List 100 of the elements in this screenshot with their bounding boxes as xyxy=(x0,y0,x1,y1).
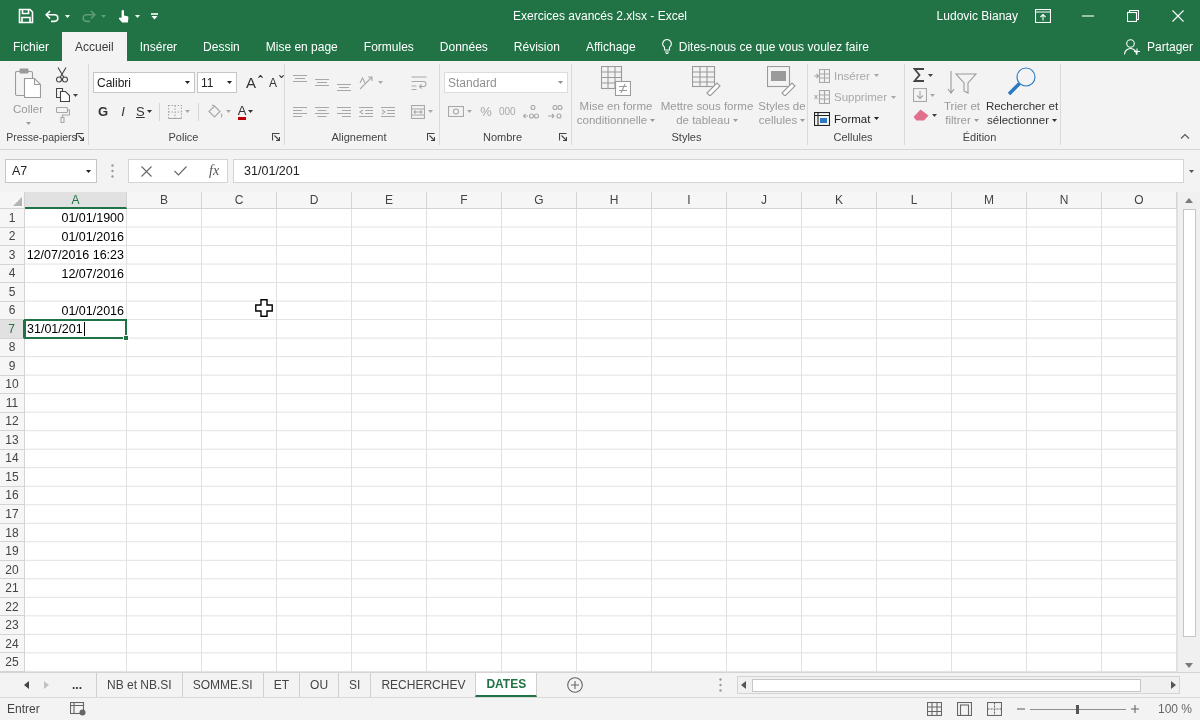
name-box[interactable]: A7 xyxy=(5,159,97,183)
underline-button[interactable]: S xyxy=(133,101,155,122)
dialog-launcher-icon[interactable] xyxy=(427,133,435,141)
column-header[interactable]: E xyxy=(352,192,427,209)
close-icon[interactable] xyxy=(1171,10,1184,22)
insert-function-button[interactable]: fx xyxy=(209,163,220,179)
ribbon-tab[interactable]: Fichier xyxy=(0,32,62,61)
ribbon-tab[interactable]: Formules xyxy=(350,32,427,61)
column-header[interactable]: G xyxy=(502,192,577,209)
sheet-record-icon[interactable] xyxy=(69,702,86,716)
cell-grid[interactable]: 01/01/1900 01/01/2016 12/07/2016 16:23 12/07/2016 01/01/2016 31/01/201 xyxy=(25,209,1177,672)
dialog-launcher-icon[interactable] xyxy=(76,133,84,141)
ribbon-tab[interactable]: Données xyxy=(426,32,501,61)
row-header[interactable]: 11 xyxy=(0,394,25,413)
select-all-button[interactable] xyxy=(0,192,25,209)
column-header[interactable]: B xyxy=(127,192,202,209)
find-select-button[interactable]: Rechercher et sélectionner xyxy=(983,64,1061,127)
caret-icon[interactable] xyxy=(932,113,937,117)
row-header[interactable]: 15 xyxy=(0,468,25,487)
shrink-font-button[interactable]: A xyxy=(266,72,288,93)
column-header[interactable]: F xyxy=(427,192,502,209)
expand-caret-icon[interactable] xyxy=(1189,169,1194,173)
dialog-launcher-icon[interactable] xyxy=(559,133,567,141)
ribbon-tab[interactable]: Affichage xyxy=(572,32,649,61)
formula-input[interactable]: 31/01/201 xyxy=(233,159,1184,183)
grip-icon[interactable] xyxy=(719,678,722,692)
column-header[interactable]: O xyxy=(1102,192,1177,209)
collapse-ribbon-icon[interactable] xyxy=(1180,133,1190,139)
copy-icon[interactable] xyxy=(56,88,70,102)
cell-input[interactable]: 31/01/201 xyxy=(24,319,127,339)
restore-icon[interactable] xyxy=(1126,10,1139,22)
ribbon-display-icon[interactable] xyxy=(1034,9,1051,23)
minimize-icon[interactable] xyxy=(1081,15,1094,17)
right-arrow-icon[interactable] xyxy=(1171,681,1176,689)
italic-button[interactable]: I xyxy=(113,101,133,122)
undo-icon[interactable] xyxy=(45,9,60,23)
plus-icon[interactable] xyxy=(1130,705,1139,713)
caret-icon[interactable] xyxy=(73,93,78,97)
caret-icon[interactable] xyxy=(185,81,190,84)
font-color-button[interactable]: A xyxy=(234,101,257,122)
sheet-tab[interactable]: DATES xyxy=(475,673,538,697)
row-header[interactable]: 25 xyxy=(0,653,25,672)
column-header[interactable]: K xyxy=(802,192,877,209)
slider-thumb[interactable] xyxy=(1076,704,1080,714)
caret-icon[interactable] xyxy=(227,81,232,84)
ribbon-tab[interactable]: Insérer xyxy=(126,32,191,61)
column-header[interactable]: L xyxy=(877,192,952,209)
tell-me-search[interactable]: Dites-nous ce que vous voulez faire xyxy=(661,32,869,61)
ribbon-tab[interactable]: Mise en page xyxy=(252,32,351,61)
scroll-thumb[interactable] xyxy=(752,678,1141,692)
column-header[interactable]: M xyxy=(952,192,1027,209)
left-arrow-icon[interactable] xyxy=(741,681,746,689)
fill-handle[interactable] xyxy=(123,334,129,341)
row-header[interactable]: 13 xyxy=(0,431,25,450)
plus-circle-icon[interactable] xyxy=(567,677,584,693)
column-header[interactable]: H xyxy=(577,192,652,209)
row-header[interactable]: 1 xyxy=(0,209,25,228)
caret-icon[interactable] xyxy=(928,73,933,77)
vertical-scrollbar[interactable] xyxy=(1177,192,1200,672)
save-icon[interactable] xyxy=(18,8,34,24)
row-header[interactable]: 19 xyxy=(0,542,25,561)
up-arrow-icon[interactable] xyxy=(1185,198,1193,203)
page-break-icon[interactable] xyxy=(986,702,1002,716)
row-header[interactable]: 9 xyxy=(0,357,25,376)
column-header[interactable]: I xyxy=(652,192,727,209)
scroll-thumb[interactable] xyxy=(1182,209,1196,637)
bold-button[interactable]: G xyxy=(93,101,113,122)
caret-icon[interactable] xyxy=(86,169,91,173)
page-layout-icon[interactable] xyxy=(956,702,972,716)
hand-pointer-icon[interactable] xyxy=(117,8,130,24)
column-header[interactable]: A xyxy=(25,192,127,209)
row-header[interactable]: 23 xyxy=(0,616,25,635)
ribbon-tab[interactable]: Accueil xyxy=(62,32,127,61)
share-button[interactable]: Partager xyxy=(1123,32,1200,61)
font-size-field[interactable]: 11 xyxy=(197,72,237,93)
row-header[interactable]: 21 xyxy=(0,579,25,598)
row-header[interactable]: 17 xyxy=(0,505,25,524)
left-triangle-icon[interactable] xyxy=(24,681,29,689)
scissors-icon[interactable] xyxy=(56,67,68,83)
row-header[interactable]: 7 xyxy=(0,320,25,339)
x-mark-icon[interactable] xyxy=(141,165,152,177)
horizontal-scrollbar[interactable] xyxy=(737,676,1180,694)
column-header[interactable]: N xyxy=(1027,192,1102,209)
ribbon-tab[interactable]: Dessin xyxy=(190,32,253,61)
column-header[interactable]: D xyxy=(277,192,352,209)
more-sheets-button[interactable]: ... xyxy=(72,678,82,692)
dialog-launcher-icon[interactable] xyxy=(272,133,280,141)
zoom-level[interactable]: 100 % xyxy=(1157,702,1192,716)
down-arrow-icon[interactable] xyxy=(1185,663,1193,668)
format-button[interactable]: Format xyxy=(812,108,899,130)
minus-icon[interactable] xyxy=(1016,708,1025,710)
checkmark-icon[interactable] xyxy=(174,166,187,176)
row-header[interactable]: 3 xyxy=(0,246,25,265)
row-header[interactable]: 5 xyxy=(0,283,25,302)
ribbon-tab[interactable]: Révision xyxy=(500,32,573,61)
column-header[interactable]: J xyxy=(727,192,802,209)
grid-view-icon[interactable] xyxy=(926,702,942,716)
sum-icon[interactable] xyxy=(913,68,925,82)
column-header[interactable]: C xyxy=(202,192,277,209)
grow-font-button[interactable]: A xyxy=(243,72,266,93)
